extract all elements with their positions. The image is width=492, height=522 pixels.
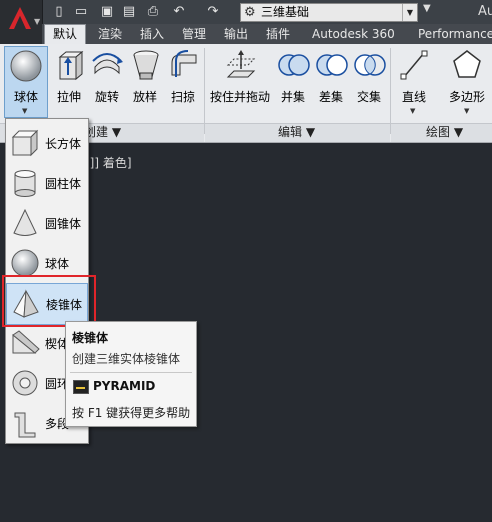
- tab-render[interactable]: 渲染: [98, 25, 122, 44]
- line-button[interactable]: 直线 ▼: [396, 47, 432, 115]
- ribbon-tabs: 默认 渲染 插入 管理 输出 插件 Autodesk 360 Performan…: [42, 24, 492, 45]
- loft-button[interactable]: 放样: [128, 47, 162, 105]
- revolve-label: 旋转: [94, 90, 119, 104]
- edit-panel-title[interactable]: 编辑 ▼: [278, 124, 315, 140]
- sphere-button[interactable]: 球体 ▼: [4, 46, 48, 118]
- panel-divider: [204, 48, 205, 134]
- extrude-label: 拉伸: [56, 90, 81, 104]
- workspace-label: 三维基础: [261, 5, 310, 19]
- presspull-icon: [226, 50, 256, 78]
- tab-default[interactable]: 默认: [44, 24, 87, 45]
- line-icon: [400, 50, 428, 80]
- sphere-label: 球体: [13, 90, 38, 104]
- tab-autodesk-360[interactable]: Autodesk 360: [312, 25, 395, 44]
- application-menu-button[interactable]: ▼: [0, 0, 43, 44]
- tooltip-description: 创建三维实体棱锥体: [72, 352, 181, 366]
- redo-icon[interactable]: ↷: [204, 3, 222, 21]
- chevron-down-icon: ▼: [410, 107, 416, 115]
- tab-performance[interactable]: Performance: [418, 25, 492, 44]
- polygon-button[interactable]: 多边形 ▼: [444, 47, 490, 115]
- save-icon[interactable]: ▣: [98, 3, 116, 21]
- menu-item-label: 球体: [45, 257, 70, 271]
- autocad-logo-icon: [9, 7, 31, 29]
- app-menu-arrow-icon: ▼: [34, 17, 41, 26]
- torus-icon: [12, 370, 38, 396]
- polygon-icon: [453, 50, 481, 78]
- tab-manage[interactable]: 管理: [182, 25, 206, 44]
- tooltip-title: 棱锥体: [72, 331, 109, 345]
- extrude-button[interactable]: 拉伸: [52, 47, 86, 105]
- loft-icon: [133, 50, 159, 80]
- saveas-icon[interactable]: ▤: [120, 3, 138, 21]
- customize-quick-access-icon[interactable]: ▼: [423, 3, 431, 14]
- intersect-button[interactable]: 交集: [352, 47, 386, 105]
- tooltip-divider: [70, 372, 192, 373]
- presspull-button[interactable]: 按住并拖动: [208, 47, 272, 105]
- app-title: Au: [478, 4, 492, 19]
- union-label: 并集: [280, 90, 305, 104]
- menu-item-cylinder[interactable]: 圆柱体: [6, 163, 88, 203]
- sweep-icon: [171, 50, 197, 77]
- menu-item-label: 圆柱体: [45, 177, 82, 191]
- menu-item-cone[interactable]: 圆锥体: [6, 203, 88, 243]
- draw-panel-title[interactable]: 绘图 ▼: [426, 124, 463, 140]
- chevron-down-icon: ▼: [464, 107, 470, 115]
- undo-icon[interactable]: ↶: [170, 3, 188, 21]
- create-panel-title[interactable]: 创建 ▼: [84, 124, 121, 140]
- sweep-button[interactable]: 扫掠: [166, 47, 200, 105]
- tooltip-command: PYRAMID: [93, 379, 156, 393]
- cylinder-icon: [14, 170, 36, 197]
- print-icon[interactable]: ⎙: [144, 3, 162, 21]
- cone-icon: [13, 208, 37, 236]
- tooltip: 棱锥体 创建三维实体棱锥体 PYRAMID 按 F1 键获得更多帮助: [65, 321, 197, 427]
- presspull-label: 按住并拖动: [209, 90, 270, 104]
- intersect-icon: [354, 54, 386, 76]
- gear-icon: ⚙: [244, 5, 256, 20]
- menu-item-label: 长方体: [45, 137, 82, 151]
- sweep-label: 扫掠: [170, 90, 195, 104]
- polygon-label: 多边形: [448, 90, 485, 104]
- union-icon: [278, 54, 310, 76]
- command-line-icon: [73, 380, 89, 394]
- union-button[interactable]: 并集: [276, 47, 310, 105]
- box-icon: [11, 129, 39, 157]
- revolve-button[interactable]: 旋转: [88, 47, 126, 105]
- tab-insert[interactable]: 插入: [140, 25, 164, 44]
- chevron-down-icon[interactable]: ▼: [402, 4, 417, 21]
- loft-label: 放样: [132, 90, 157, 104]
- tooltip-help: 按 F1 键获得更多帮助: [72, 406, 191, 420]
- tab-plugins[interactable]: 插件: [266, 25, 290, 44]
- red-highlight-box: [2, 275, 96, 327]
- subtract-icon: [316, 54, 348, 76]
- sphere-icon: [10, 50, 42, 82]
- subtract-button[interactable]: 差集: [314, 47, 348, 105]
- revolve-icon: [92, 53, 123, 75]
- menu-item-label: 圆锥体: [45, 217, 82, 231]
- viewport-label[interactable]: ]]] 着色]: [85, 154, 132, 171]
- chevron-down-icon: ▼: [22, 107, 28, 115]
- menu-item-box[interactable]: 长方体: [6, 123, 88, 163]
- line-label: 直线: [401, 90, 426, 104]
- tab-output[interactable]: 输出: [224, 25, 248, 44]
- subtract-label: 差集: [318, 90, 343, 104]
- polysolid-icon: [14, 412, 36, 438]
- extrude-icon: [58, 50, 84, 81]
- open-icon[interactable]: ▭: [72, 3, 90, 21]
- new-icon[interactable]: ▯: [50, 3, 68, 21]
- wedge-icon: [12, 330, 40, 354]
- intersect-label: 交集: [356, 90, 381, 104]
- title-bar: ▯ ▭ ▣ ▤ ⎙ ↶ ↷ ⚙ 三维基础 ▼ ▼ Au: [0, 0, 492, 24]
- workspace-select[interactable]: ⚙ 三维基础 ▼: [240, 3, 418, 22]
- panel-divider: [390, 48, 391, 134]
